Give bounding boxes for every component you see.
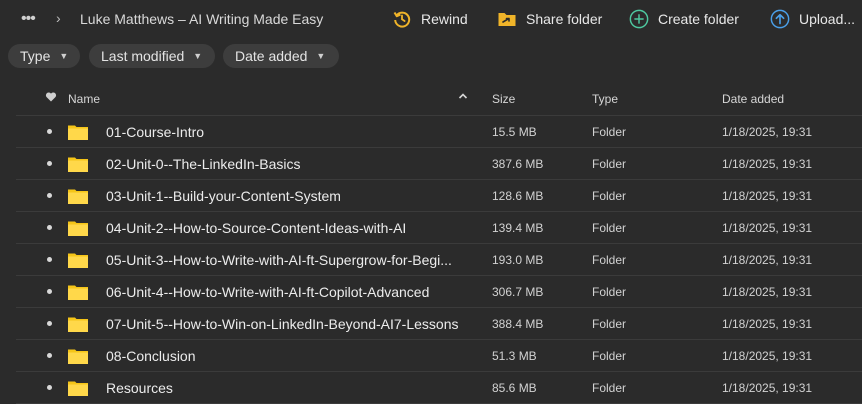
file-size: 306.7 MB bbox=[492, 285, 544, 299]
table-row[interactable]: 04-Unit-2--How-to-Source-Content-Ideas-w… bbox=[16, 212, 862, 244]
table-row[interactable]: 08-Conclusion 51.3 MB Folder 1/18/2025, … bbox=[16, 340, 862, 372]
file-size: 387.6 MB bbox=[492, 157, 544, 171]
rewind-label: Rewind bbox=[421, 11, 468, 27]
folder-icon bbox=[68, 284, 88, 300]
column-header-type[interactable]: Type bbox=[592, 92, 618, 106]
filter-last-modified-label: Last modified bbox=[101, 48, 185, 64]
filter-date-added[interactable]: Date added ▼ bbox=[223, 44, 339, 68]
file-size: 128.6 MB bbox=[492, 189, 544, 203]
column-header-name[interactable]: Name bbox=[68, 92, 100, 106]
breadcrumb[interactable]: Luke Matthews – AI Writing Made Easy bbox=[80, 11, 323, 27]
chevron-down-icon: ▼ bbox=[59, 51, 69, 61]
file-type: Folder bbox=[592, 285, 627, 299]
column-header-size[interactable]: Size bbox=[492, 92, 515, 106]
more-options-icon[interactable]: ••• bbox=[21, 10, 36, 28]
file-size: 15.5 MB bbox=[492, 125, 537, 139]
file-name[interactable]: Resources bbox=[106, 380, 173, 396]
file-name[interactable]: 08-Conclusion bbox=[106, 348, 196, 364]
folder-icon bbox=[68, 156, 88, 172]
row-bullet bbox=[47, 257, 52, 262]
upload-button[interactable]: Upload... bbox=[770, 9, 855, 29]
folder-icon bbox=[68, 348, 88, 364]
chevron-right-icon: › bbox=[56, 10, 61, 26]
folder-icon bbox=[68, 316, 88, 332]
file-name[interactable]: 03-Unit-1--Build-your-Content-System bbox=[106, 188, 341, 204]
file-size: 51.3 MB bbox=[492, 349, 537, 363]
table-row[interactable]: 03-Unit-1--Build-your-Content-System 128… bbox=[16, 180, 862, 212]
upload-icon bbox=[770, 9, 790, 29]
file-name[interactable]: 02-Unit-0--The-LinkedIn-Basics bbox=[106, 156, 301, 172]
row-bullet bbox=[47, 225, 52, 230]
file-name[interactable]: 05-Unit-3--How-to-Write-with-AI-ft-Super… bbox=[106, 252, 452, 268]
row-bullet bbox=[47, 353, 52, 358]
folder-icon bbox=[68, 220, 88, 236]
file-type: Folder bbox=[592, 189, 627, 203]
folder-icon bbox=[68, 124, 88, 140]
file-type: Folder bbox=[592, 157, 627, 171]
file-name[interactable]: 01-Course-Intro bbox=[106, 124, 204, 140]
filter-type[interactable]: Type ▼ bbox=[8, 44, 80, 68]
folder-icon bbox=[68, 252, 88, 268]
rewind-button[interactable]: Rewind bbox=[392, 9, 468, 29]
file-date-added: 1/18/2025, 19:31 bbox=[722, 285, 813, 299]
folder-icon bbox=[68, 380, 88, 396]
share-folder-button[interactable]: Share folder bbox=[497, 9, 602, 29]
favorite-column-icon[interactable] bbox=[45, 91, 57, 106]
file-type: Folder bbox=[592, 253, 627, 267]
table-header: Name Size Type Date added bbox=[0, 86, 862, 112]
file-date-added: 1/18/2025, 19:31 bbox=[722, 221, 813, 235]
filter-date-added-label: Date added bbox=[235, 48, 308, 64]
folder-icon bbox=[68, 188, 88, 204]
create-folder-label: Create folder bbox=[658, 11, 739, 27]
table-row[interactable]: 02-Unit-0--The-LinkedIn-Basics 387.6 MB … bbox=[16, 148, 862, 180]
share-folder-icon bbox=[497, 9, 517, 29]
filter-last-modified[interactable]: Last modified ▼ bbox=[89, 44, 215, 68]
chevron-down-icon: ▼ bbox=[316, 51, 326, 61]
table-row[interactable]: 05-Unit-3--How-to-Write-with-AI-ft-Super… bbox=[16, 244, 862, 276]
file-size: 388.4 MB bbox=[492, 317, 544, 331]
file-type: Folder bbox=[592, 317, 627, 331]
rewind-icon bbox=[392, 9, 412, 29]
sort-ascending-icon[interactable] bbox=[458, 90, 468, 104]
file-date-added: 1/18/2025, 19:31 bbox=[722, 125, 813, 139]
table-row[interactable]: 07-Unit-5--How-to-Win-on-LinkedIn-Beyond… bbox=[16, 308, 862, 340]
upload-label: Upload... bbox=[799, 11, 856, 27]
create-folder-icon bbox=[629, 9, 649, 29]
table-row[interactable]: 06-Unit-4--How-to-Write-with-AI-ft-Copil… bbox=[16, 276, 862, 308]
chevron-down-icon: ▼ bbox=[193, 51, 203, 61]
row-bullet bbox=[47, 193, 52, 198]
row-bullet bbox=[47, 385, 52, 390]
row-bullet bbox=[47, 129, 52, 134]
file-size: 85.6 MB bbox=[492, 381, 537, 395]
file-list: 01-Course-Intro 15.5 MB Folder 1/18/2025… bbox=[16, 115, 862, 404]
row-bullet bbox=[47, 161, 52, 166]
file-size: 139.4 MB bbox=[492, 221, 544, 235]
file-type: Folder bbox=[592, 221, 627, 235]
share-folder-label: Share folder bbox=[526, 11, 603, 27]
file-date-added: 1/18/2025, 19:31 bbox=[722, 189, 813, 203]
file-name[interactable]: 06-Unit-4--How-to-Write-with-AI-ft-Copil… bbox=[106, 284, 429, 300]
file-date-added: 1/18/2025, 19:31 bbox=[722, 157, 813, 171]
row-bullet bbox=[47, 321, 52, 326]
file-type: Folder bbox=[592, 381, 627, 395]
row-bullet bbox=[47, 289, 52, 294]
top-bar: ••• › Luke Matthews – AI Writing Made Ea… bbox=[0, 0, 862, 38]
file-date-added: 1/18/2025, 19:31 bbox=[722, 317, 813, 331]
create-folder-button[interactable]: Create folder bbox=[629, 9, 739, 29]
file-size: 193.0 MB bbox=[492, 253, 544, 267]
file-name[interactable]: 07-Unit-5--How-to-Win-on-LinkedIn-Beyond… bbox=[106, 316, 458, 332]
file-date-added: 1/18/2025, 19:31 bbox=[722, 381, 813, 395]
file-name[interactable]: 04-Unit-2--How-to-Source-Content-Ideas-w… bbox=[106, 220, 406, 236]
file-type: Folder bbox=[592, 125, 627, 139]
file-date-added: 1/18/2025, 19:31 bbox=[722, 253, 813, 267]
filter-type-label: Type bbox=[20, 48, 51, 64]
file-date-added: 1/18/2025, 19:31 bbox=[722, 349, 813, 363]
table-row[interactable]: 01-Course-Intro 15.5 MB Folder 1/18/2025… bbox=[16, 115, 862, 148]
column-header-date-added[interactable]: Date added bbox=[722, 92, 784, 106]
file-type: Folder bbox=[592, 349, 627, 363]
table-row[interactable]: Resources 85.6 MB Folder 1/18/2025, 19:3… bbox=[16, 372, 862, 404]
